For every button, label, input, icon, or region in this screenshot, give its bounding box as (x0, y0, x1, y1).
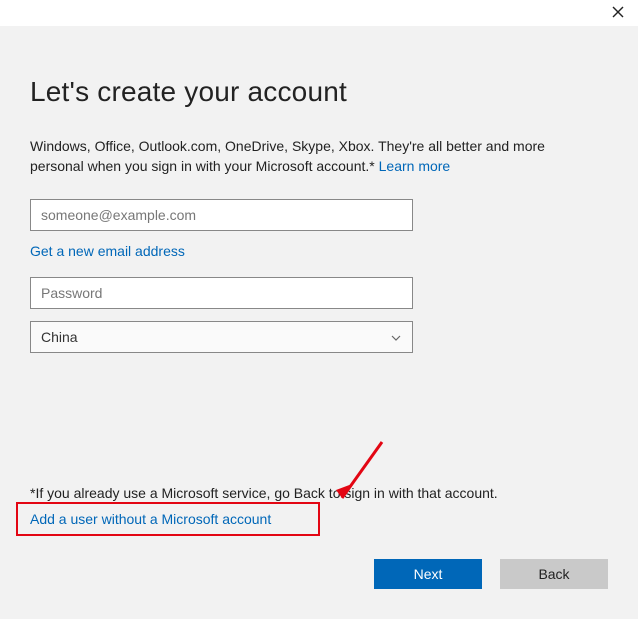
next-button[interactable]: Next (374, 559, 482, 589)
email-field[interactable] (30, 199, 413, 231)
button-row: Next Back (30, 559, 608, 589)
page-title: Let's create your account (30, 76, 608, 108)
country-select[interactable]: China (30, 321, 413, 353)
back-button[interactable]: Back (500, 559, 608, 589)
existing-account-note: *If you already use a Microsoft service,… (30, 485, 608, 501)
close-button[interactable] (608, 4, 628, 24)
add-user-without-account-link[interactable]: Add a user without a Microsoft account (30, 511, 271, 527)
intro-text: Windows, Office, Outlook.com, OneDrive, … (30, 136, 590, 177)
get-new-email-row: Get a new email address (30, 243, 608, 261)
content-area: Let's create your account Windows, Offic… (0, 26, 638, 619)
chevron-down-icon (390, 331, 402, 349)
close-icon (612, 5, 624, 23)
learn-more-link[interactable]: Learn more (379, 158, 451, 174)
titlebar (0, 0, 638, 26)
country-selected-value: China (41, 322, 78, 352)
password-field[interactable] (30, 277, 413, 309)
footer-area: *If you already use a Microsoft service,… (30, 485, 608, 589)
intro-body: Windows, Office, Outlook.com, OneDrive, … (30, 138, 545, 174)
get-new-email-link[interactable]: Get a new email address (30, 243, 185, 259)
dialog-window: Let's create your account Windows, Offic… (0, 0, 638, 619)
